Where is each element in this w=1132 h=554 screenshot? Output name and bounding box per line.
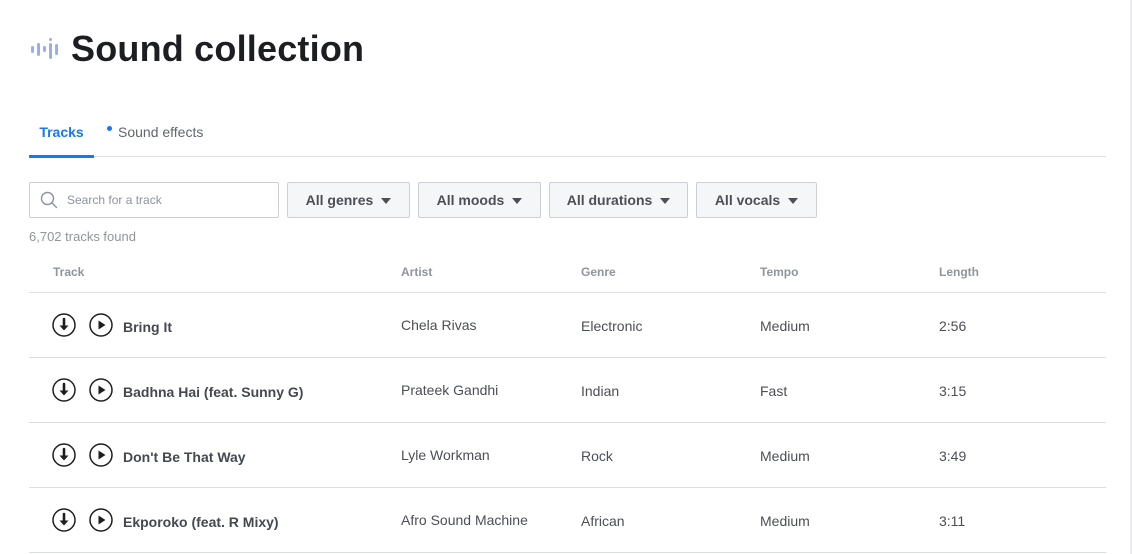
duration-filter-label: All durations xyxy=(566,192,653,208)
column-header-artist: Artist xyxy=(401,265,433,279)
table-row: Bring It Chela Rivas Electronic Medium 2… xyxy=(29,293,1106,358)
notification-dot-icon xyxy=(107,126,112,131)
search-icon xyxy=(40,191,58,209)
play-icon[interactable] xyxy=(89,313,113,337)
download-icon[interactable] xyxy=(52,378,76,402)
track-title: Ekporoko (feat. R Mixy) xyxy=(123,514,279,530)
tab-tracks[interactable]: Tracks xyxy=(29,112,94,158)
caret-down-icon xyxy=(660,197,671,204)
vocals-filter-label: All vocals xyxy=(714,192,781,208)
track-artist: Chela Rivas xyxy=(401,317,477,333)
sound-wave-icon xyxy=(31,38,58,59)
duration-filter-dropdown[interactable]: All durations xyxy=(549,182,688,218)
track-artist: Lyle Workman xyxy=(401,447,490,463)
track-genre: Electronic xyxy=(581,318,643,334)
track-artist: Prateek Gandhi xyxy=(401,382,499,398)
genre-filter-label: All genres xyxy=(305,192,374,208)
download-icon[interactable] xyxy=(52,508,76,532)
play-icon[interactable] xyxy=(89,443,113,467)
result-count: 6,702 tracks found xyxy=(29,229,136,244)
track-genre: African xyxy=(581,513,625,529)
track-tempo: Medium xyxy=(760,513,810,529)
play-icon[interactable] xyxy=(89,378,113,402)
track-length: 3:11 xyxy=(939,513,966,529)
genre-filter-dropdown[interactable]: All genres xyxy=(287,182,410,218)
track-length: 3:15 xyxy=(939,383,967,399)
tab-sound-effects[interactable]: Sound effects xyxy=(94,112,214,157)
mood-filter-label: All moods xyxy=(436,192,505,208)
column-header-length: Length xyxy=(939,265,979,279)
play-icon[interactable] xyxy=(89,508,113,532)
tracks-table: Track Artist Genre Tempo Length Bring It… xyxy=(29,256,1106,553)
download-icon[interactable] xyxy=(52,313,76,337)
filter-controls: All genres All moods All durations All v… xyxy=(29,182,825,218)
column-header-genre: Genre xyxy=(581,265,616,279)
vocals-filter-dropdown[interactable]: All vocals xyxy=(696,182,817,218)
search-input[interactable] xyxy=(67,193,267,207)
caret-down-icon xyxy=(512,197,523,204)
mood-filter-dropdown[interactable]: All moods xyxy=(418,182,541,218)
track-genre: Indian xyxy=(581,383,620,399)
track-tempo: Medium xyxy=(760,448,810,464)
table-row: Badhna Hai (feat. Sunny G) Prateek Gandh… xyxy=(29,358,1106,423)
caret-down-icon xyxy=(788,197,799,204)
table-header: Track Artist Genre Tempo Length xyxy=(29,256,1106,293)
track-title: Don't Be That Way xyxy=(123,449,246,465)
search-box[interactable] xyxy=(29,182,279,218)
track-length: 2:56 xyxy=(939,318,967,334)
column-header-tempo: Tempo xyxy=(760,265,799,279)
track-tempo: Medium xyxy=(760,318,810,334)
track-title: Badhna Hai (feat. Sunny G) xyxy=(123,384,304,400)
track-length: 3:49 xyxy=(939,448,967,464)
table-row: Don't Be That Way Lyle Workman Rock Medi… xyxy=(29,423,1106,488)
track-tempo: Fast xyxy=(760,383,788,399)
tab-tracks-label: Tracks xyxy=(39,124,84,140)
table-row: Ekporoko (feat. R Mixy) Afro Sound Machi… xyxy=(29,488,1106,553)
download-icon[interactable] xyxy=(52,443,76,467)
page-header: Sound collection xyxy=(29,28,364,70)
column-header-track: Track xyxy=(53,265,85,279)
tab-sound-effects-label: Sound effects xyxy=(118,124,204,140)
page-title: Sound collection xyxy=(71,28,365,69)
caret-down-icon xyxy=(381,197,392,204)
track-genre: Rock xyxy=(581,448,613,464)
tab-bar: Tracks Sound effects xyxy=(29,112,1106,158)
track-title: Bring It xyxy=(123,319,172,335)
track-artist: Afro Sound Machine xyxy=(401,512,528,528)
